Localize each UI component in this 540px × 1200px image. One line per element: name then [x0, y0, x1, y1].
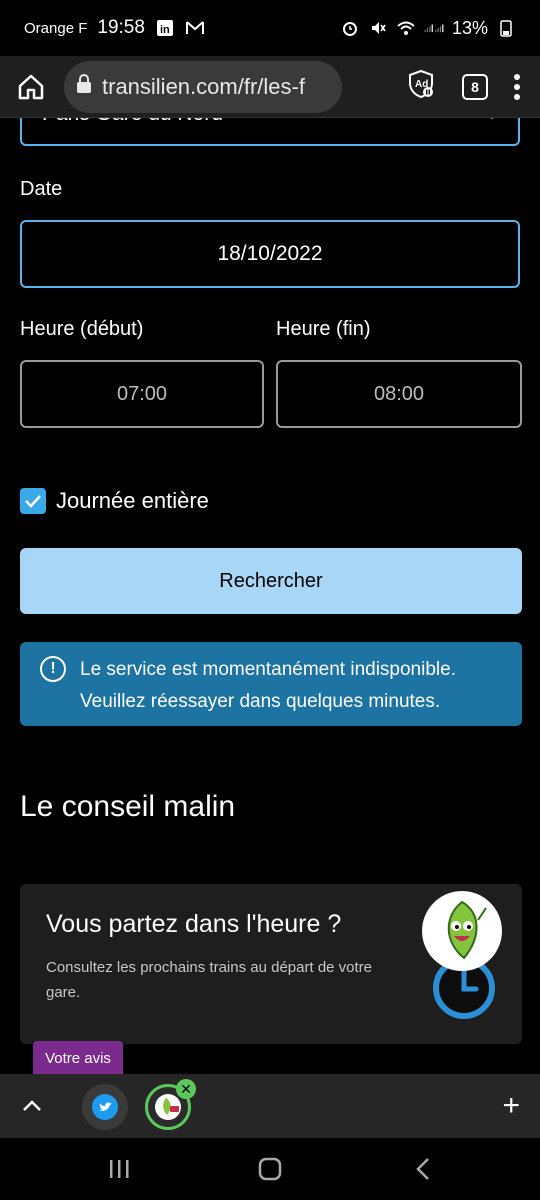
menu-button[interactable] [514, 73, 520, 100]
svg-text:in: in [160, 24, 170, 36]
battery-label: 13% [451, 17, 488, 38]
home-nav-button[interactable] [255, 1156, 285, 1182]
transilien-icon [155, 1094, 181, 1120]
chevron-down-icon [484, 118, 500, 126]
station-select[interactable]: Paris Gare du Nord [20, 118, 520, 146]
alarm-icon [340, 18, 360, 38]
recent-apps-button[interactable] [104, 1156, 134, 1182]
check-icon [25, 495, 41, 508]
status-bar: Orange F 19:58 in 13% [0, 0, 540, 56]
start-time-field[interactable]: 07:00 [20, 360, 264, 428]
lock-icon [76, 74, 92, 99]
expand-tabs-button[interactable] [20, 1100, 44, 1112]
home-icon [18, 74, 44, 99]
start-time-label: Heure (début) [20, 318, 144, 340]
browser-toolbar: transilien.com/fr/les-f Ad 8 [0, 56, 540, 118]
all-day-option[interactable]: Journée entière [20, 488, 209, 514]
new-tab-button[interactable]: + [502, 1091, 520, 1121]
all-day-label: Journée entière [56, 488, 209, 513]
end-time-label: Heure (fin) [276, 318, 371, 340]
alert-message: Le service est momentanément indisponibl… [80, 659, 456, 712]
section-title: Le conseil malin [20, 790, 236, 823]
gmail-icon [185, 18, 205, 38]
feedback-button[interactable]: Votre avis [33, 1041, 123, 1075]
back-icon [416, 1158, 429, 1180]
station-value: Paris Gare du Nord [42, 118, 223, 126]
mute-icon [368, 18, 388, 38]
clock: 19:58 [97, 17, 145, 38]
date-label: Date [20, 178, 63, 200]
all-day-checkbox[interactable] [20, 488, 46, 514]
battery-icon [496, 18, 516, 38]
tab-strip: ✕ + [0, 1074, 540, 1138]
search-button[interactable]: Rechercher [20, 548, 522, 614]
system-navigation [0, 1138, 540, 1200]
url-text: transilien.com/fr/les-f [102, 73, 305, 99]
tab-transilien[interactable]: ✕ [145, 1079, 196, 1130]
wifi-icon [396, 18, 416, 38]
page-content: Paris Gare du Nord Date 18/10/2022 Heure… [0, 118, 540, 1074]
address-bar[interactable]: transilien.com/fr/les-f [64, 60, 342, 113]
tab-switcher-button[interactable]: 8 [462, 73, 488, 100]
carrier-label: Orange F [24, 19, 88, 37]
error-alert: ! Le service est momentanément indisponi… [20, 642, 522, 726]
end-time-field[interactable]: 08:00 [276, 360, 522, 428]
signal-icon [424, 18, 444, 38]
date-field[interactable]: 18/10/2022 [20, 220, 520, 288]
exclamation-icon: ! [40, 656, 66, 682]
close-tab-button[interactable]: ✕ [176, 1079, 196, 1099]
ad-block-icon: Ad [409, 69, 433, 99]
ad-block-button[interactable]: Ad [406, 69, 436, 104]
recent-apps-icon [110, 1160, 129, 1178]
mascot-image [422, 891, 502, 971]
tip-card-text: Consultez les prochains trains au départ… [46, 959, 373, 1001]
back-button[interactable] [408, 1156, 438, 1182]
linkedin-icon: in [155, 18, 175, 38]
chevron-up-icon [23, 1100, 41, 1111]
home-button[interactable] [14, 70, 48, 104]
tab-twitter[interactable] [82, 1084, 128, 1130]
tip-card[interactable]: Vous partez dans l'heure ? Consultez les… [20, 884, 522, 1044]
twitter-icon [92, 1094, 118, 1120]
home-nav-icon [258, 1157, 282, 1181]
